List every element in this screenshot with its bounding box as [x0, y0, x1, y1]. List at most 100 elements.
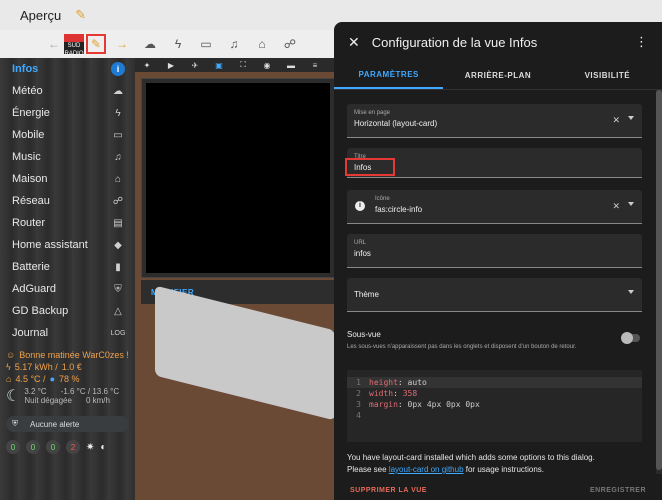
folder-icon[interactable]: ▬	[279, 61, 303, 70]
yaml-code-editor[interactable]: 1 height: auto 2 width: 358 3 margin: 0px 4…	[347, 370, 642, 442]
sud-radio-logo[interactable]: SUD RADIO	[64, 34, 84, 57]
video-icon[interactable]: ▶	[159, 61, 183, 70]
devices-tab-icon[interactable]: ▭	[192, 30, 220, 58]
weather-icon: ☁	[113, 85, 123, 97]
dialog-body: Mise en page Horizontal (layout-card) ✕ …	[334, 90, 656, 474]
pin-icon[interactable]: ✦	[135, 61, 159, 70]
status-badge[interactable]: 2	[66, 440, 80, 454]
house-temp-icon: ⌂	[6, 374, 12, 384]
bolt-icon: ϟ	[115, 107, 121, 119]
save-button[interactable]: ENREGISTRER	[590, 487, 646, 494]
delete-view-button[interactable]: SUPPRIMER LA VUE	[350, 487, 427, 494]
clear-icon[interactable]: ✕	[612, 201, 620, 212]
greeting: ☺ Bonne matinée WarC0zes !	[6, 350, 129, 360]
home-icon: ⌂	[114, 173, 122, 185]
chevron-down-icon[interactable]	[628, 116, 634, 120]
decorative-tray	[155, 285, 335, 421]
weather-tab-icon[interactable]: ☁	[136, 30, 164, 58]
sidebar-item-maison[interactable]: Maison ⌂	[0, 168, 135, 190]
sidebar-item-reseau[interactable]: Réseau ☍	[0, 190, 135, 212]
dialog-title: Configuration de la vue Infos	[371, 34, 538, 50]
energy-line: ϟ 5.17 kWh /1.0 €	[6, 362, 82, 372]
close-icon[interactable]: ✕	[348, 34, 360, 51]
temp-line: ⌂ 4.5 °C / ● 78 %	[6, 374, 80, 384]
sidebar-item-music[interactable]: Music ♫	[0, 146, 135, 168]
status-badge[interactable]: 0	[46, 440, 60, 454]
image-icon[interactable]: ▣	[207, 61, 231, 70]
subview-toggle[interactable]	[621, 332, 640, 344]
devices-icon: ▭	[113, 129, 123, 141]
theme-select[interactable]: Thème	[347, 278, 642, 312]
status-badge[interactable]: 0	[6, 440, 20, 454]
device-status-icons: 0 0 0 2 ✷ ◐	[0, 436, 135, 458]
layout-card-github-link[interactable]: layout-card on github	[389, 465, 464, 474]
energy-tab-icon[interactable]: ϟ	[164, 30, 192, 58]
shield-alert-icon: ⛨	[12, 419, 18, 428]
view-toolbar: ← SUD RADIO ✎ → ☁ ϟ ▭ ♫ ⌂ ☍	[0, 30, 340, 58]
music-icon: ♫	[114, 151, 122, 163]
edit-title-pencil-icon[interactable]: ✎	[75, 7, 86, 23]
network-tab-icon[interactable]: ☍	[276, 30, 304, 58]
card-toolbar: ✦ ▶ ✈ ▣ ⛶ ◉ ▬ ≡	[135, 58, 340, 72]
dialog-scrollbar[interactable]	[656, 90, 662, 474]
chevron-down-icon[interactable]	[628, 202, 634, 206]
drive-icon: △	[114, 305, 122, 317]
battery-icon: ▮	[115, 261, 121, 273]
move-left-arrow-icon[interactable]: ←	[44, 30, 64, 58]
sun-icon[interactable]: ✷	[86, 442, 94, 453]
sidebar-item-mobile[interactable]: Mobile ▭	[0, 124, 135, 146]
sidebar-item-energie[interactable]: Énergie ϟ	[0, 102, 135, 124]
dialog-footer: SUPPRIMER LA VUE ENREGISTRER	[334, 480, 662, 500]
sidebar-item-router[interactable]: Router ▤	[0, 212, 135, 234]
status-badge[interactable]: 0	[26, 440, 40, 454]
layout-select[interactable]: Mise en page Horizontal (layout-card) ✕	[347, 104, 642, 138]
log-icon: LOG	[110, 329, 126, 337]
camera-icon[interactable]: ◉	[255, 61, 279, 70]
move-right-arrow-icon[interactable]: →	[108, 30, 136, 58]
tab-parametres[interactable]: PARAMÈTRES	[334, 62, 444, 89]
sidebar-item-journal[interactable]: Journal LOG	[0, 322, 135, 344]
media-preview	[146, 83, 330, 273]
subview-description: Les sous-vues n'apparaissent pas dans le…	[347, 344, 577, 350]
toggle-knob	[621, 332, 633, 344]
moon-phase-icon[interactable]: ◐	[100, 442, 106, 453]
code-line: 3 margin: 0px 4px 0px 0px	[356, 400, 480, 409]
alert-status[interactable]: ⛨ Aucune alerte	[6, 416, 129, 432]
sidebar-item-batterie[interactable]: Batterie ▮	[0, 256, 135, 278]
home-tab-icon[interactable]: ⌂	[248, 30, 276, 58]
url-field[interactable]: URL infos	[347, 234, 642, 268]
fullscreen-icon[interactable]: ⛶	[231, 60, 255, 70]
sidebar-item-adguard[interactable]: AdGuard ⛨	[0, 278, 135, 300]
code-line: 2 width: 358	[356, 389, 418, 398]
network-icon: ☍	[112, 195, 124, 207]
more-options-icon[interactable]: ⋮	[635, 34, 648, 50]
tab-visibilite[interactable]: VISIBILITÉ	[553, 62, 662, 89]
tab-arriere-plan[interactable]: ARRIÈRE-PLAN	[443, 62, 552, 89]
code-line: 1 height: auto	[347, 377, 642, 388]
info-icon: i	[111, 62, 125, 76]
moon-icon: ☾	[6, 388, 21, 405]
music-tab-icon[interactable]: ♫	[220, 30, 248, 58]
shield-icon: ⛨	[114, 283, 122, 295]
icon-field[interactable]: i Icône fas:circle-info ✕	[347, 190, 642, 224]
clear-icon[interactable]: ✕	[612, 115, 620, 126]
scrollbar-thumb[interactable]	[656, 90, 662, 470]
edit-view-pencil-icon[interactable]: ✎	[86, 34, 106, 54]
weather-line: ☾ 3.2 °C -1.6 °C / 13.6 °C Nuit dégagée 0 …	[6, 387, 120, 405]
media-card[interactable]	[141, 78, 335, 278]
bolt-small-icon: ϟ	[6, 362, 11, 372]
view-content: ✦ ▶ ✈ ▣ ⛶ ◉ ▬ ≡ MODIFIER	[135, 58, 340, 500]
sidebar-item-gd-backup[interactable]: GD Backup △	[0, 300, 135, 322]
info-icon: i	[355, 201, 365, 211]
sidebar-item-home-assistant[interactable]: Home assistant ◆	[0, 234, 135, 256]
code-line: 4	[356, 411, 361, 420]
chevron-down-icon[interactable]	[628, 290, 634, 294]
view-config-dialog: ✕ Configuration de la vue Infos ⋮ PARAMÈ…	[334, 22, 662, 500]
dialog-header: ✕ Configuration de la vue Infos ⋮	[334, 22, 662, 62]
satellite-icon[interactable]: ✈	[183, 61, 207, 70]
menu-icon[interactable]: ≡	[303, 61, 327, 70]
sidebar-item-meteo[interactable]: Météo ☁	[0, 80, 135, 102]
sidebar-item-infos[interactable]: Infos i	[0, 58, 135, 80]
page-title: Aperçu	[20, 7, 62, 23]
status-summary: ☺ Bonne matinée WarC0zes ! ϟ 5.17 kWh /1.0…	[0, 344, 135, 412]
